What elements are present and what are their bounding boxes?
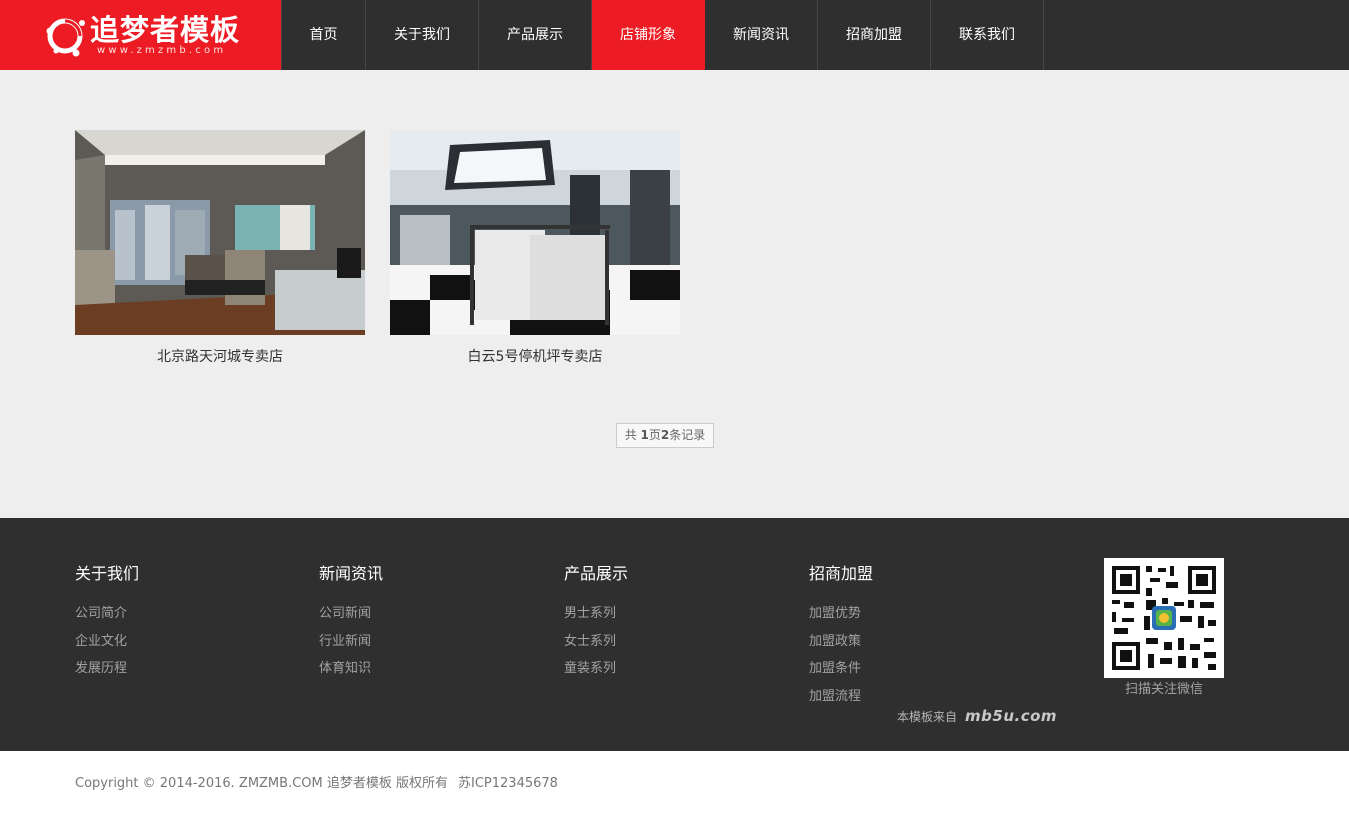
credit-logo[interactable]: mb5u.com <box>965 707 1057 725</box>
footer-link[interactable]: 体育知识 <box>319 655 519 683</box>
main-content: 北京路天河城专卖店 白云5号停机坪专卖店 共 1页2条记录 <box>0 70 1349 518</box>
footer-link[interactable]: 行业新闻 <box>319 628 519 656</box>
footer-column-title[interactable]: 关于我们 <box>75 564 275 584</box>
icp-number[interactable]: 苏ICP12345678 <box>458 776 558 791</box>
footer-column-franchise: 招商加盟 加盟优势 加盟政策 加盟条件 加盟流程 <box>809 564 1009 710</box>
footer-column-products: 产品展示 男士系列 女士系列 童装系列 <box>564 564 764 683</box>
footer-column-title[interactable]: 产品展示 <box>564 564 764 584</box>
footer-link[interactable]: 企业文化 <box>75 628 275 656</box>
footer-link[interactable]: 加盟政策 <box>809 628 1009 656</box>
nav-item-home[interactable]: 首页 <box>281 0 366 70</box>
nav-item-franchise[interactable]: 招商加盟 <box>818 0 931 70</box>
logo-mark-icon <box>46 18 85 57</box>
pager-suffix: 条记录 <box>669 428 706 442</box>
footer-column-title[interactable]: 招商加盟 <box>809 564 1009 584</box>
footer-link[interactable]: 童装系列 <box>564 655 764 683</box>
nav-item-products[interactable]: 产品展示 <box>479 0 592 70</box>
store-title[interactable]: 白云5号停机坪专卖店 <box>390 347 680 367</box>
footer-link[interactable]: 公司新闻 <box>319 600 519 628</box>
logo-subtitle: www.zmzmb.com <box>97 45 227 56</box>
template-credit[interactable]: 本模板来自 mb5u.com <box>897 706 1057 726</box>
footer-link[interactable]: 男士系列 <box>564 600 764 628</box>
site-logo[interactable]: 追梦者模板 www.zmzmb.com <box>0 0 281 70</box>
store-photo[interactable] <box>390 130 680 335</box>
footer-link[interactable]: 女士系列 <box>564 628 764 656</box>
qr-caption: 扫描关注微信 <box>1124 682 1203 697</box>
footer-link[interactable]: 公司简介 <box>75 600 275 628</box>
main-nav: 首页 关于我们 产品展示 店铺形象 新闻资讯 招商加盟 联系我们 <box>281 0 1044 70</box>
nav-item-about[interactable]: 关于我们 <box>366 0 479 70</box>
copyright-line: Copyright © 2014-2016. ZMZMB.COM 追梦者模板 版… <box>75 775 558 793</box>
pager-page-count: 1 <box>640 428 649 442</box>
store-photo[interactable] <box>75 130 365 335</box>
store-title[interactable]: 北京路天河城专卖店 <box>75 347 365 367</box>
store-card[interactable]: 北京路天河城专卖店 <box>75 130 365 367</box>
footer-link[interactable]: 发展历程 <box>75 655 275 683</box>
pager-record-count: 2 <box>660 428 670 442</box>
wechat-qr-code <box>1104 558 1224 678</box>
footer-column-about: 关于我们 公司简介 企业文化 发展历程 <box>75 564 275 683</box>
footer-link[interactable]: 加盟优势 <box>809 600 1009 628</box>
nav-item-contact[interactable]: 联系我们 <box>931 0 1044 70</box>
store-card[interactable]: 白云5号停机坪专卖店 <box>390 130 680 367</box>
nav-item-store-image[interactable]: 店铺形象 <box>592 0 705 70</box>
footer-link[interactable]: 加盟条件 <box>809 655 1009 683</box>
copyright-text: Copyright © 2014-2016. ZMZMB.COM 追梦者模板 版… <box>75 776 448 791</box>
copyright-bar: Copyright © 2014-2016. ZMZMB.COM 追梦者模板 版… <box>0 751 1349 815</box>
logo-text: 追梦者模板 <box>90 13 241 47</box>
footer-column-title[interactable]: 新闻资讯 <box>319 564 519 584</box>
pagination-info: 共 1页2条记录 <box>616 423 714 448</box>
credit-text: 本模板来自 <box>897 709 958 724</box>
nav-item-news[interactable]: 新闻资讯 <box>705 0 818 70</box>
pager-prefix: 共 <box>624 428 641 442</box>
footer-column-news: 新闻资讯 公司新闻 行业新闻 体育知识 <box>319 564 519 683</box>
site-footer: 关于我们 公司简介 企业文化 发展历程 新闻资讯 公司新闻 行业新闻 体育知识 … <box>0 518 1349 751</box>
pager-mid: 页 <box>648 428 661 442</box>
site-header: 追梦者模板 www.zmzmb.com 首页 关于我们 产品展示 店铺形象 新闻… <box>0 0 1349 70</box>
